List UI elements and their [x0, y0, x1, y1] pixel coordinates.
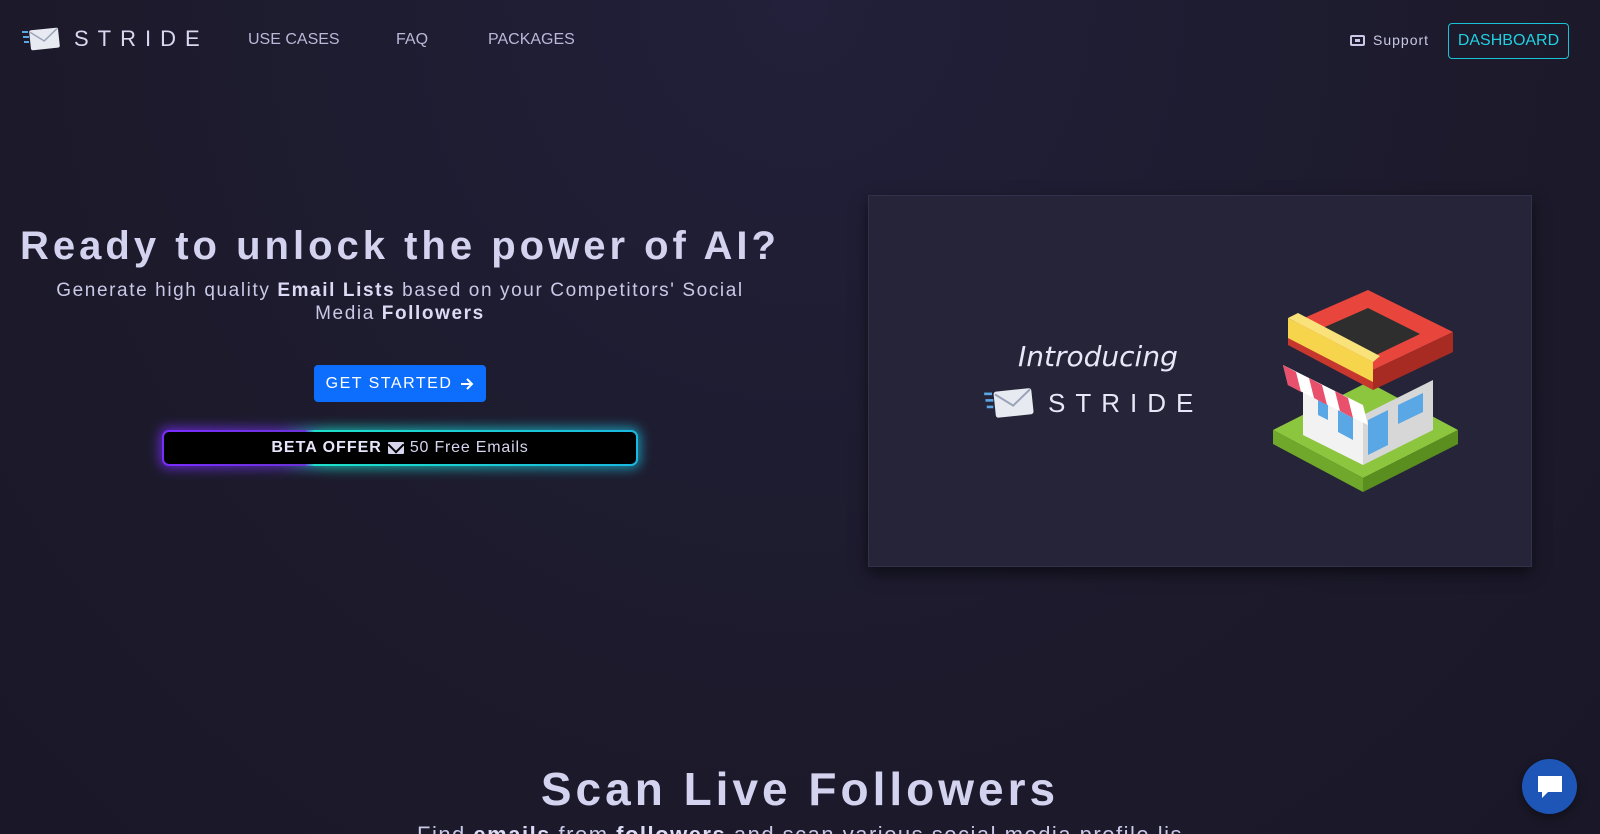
section-subtitle-text: Find [417, 822, 473, 834]
section-subtitle-text: from [551, 822, 616, 834]
nav-link-packages[interactable]: PACKAGES [488, 31, 575, 49]
nav-link-use-cases[interactable]: USE CASES [248, 31, 340, 49]
arrow-right-icon [461, 377, 474, 390]
intro-brand-name: STRIDE [1048, 387, 1204, 418]
envelope-icon [387, 442, 404, 454]
section-subtitle: Find emails from followers and scan vari… [0, 822, 1600, 834]
section-subtitle-text: and scan various social media profile li… [726, 822, 1183, 834]
section-subtitle-strong: emails [473, 822, 551, 834]
envelope-logo-icon [22, 27, 60, 51]
hero-title: Ready to unlock the power of AI? [20, 224, 780, 268]
hero-subtitle-strong: Followers [381, 303, 485, 324]
dashboard-button[interactable]: DASHBOARD [1448, 23, 1569, 59]
beta-offer-banner[interactable]: BETA OFFER 50 Free Emails [162, 430, 638, 466]
intro-heading: Introducing [1018, 340, 1178, 373]
envelope-logo-icon [984, 388, 1034, 418]
brand-name: STRIDE [74, 26, 209, 51]
beta-offer-strong: BETA OFFER [271, 439, 382, 456]
beta-offer-text: 50 Free Emails [409, 439, 529, 456]
hero-subtitle-strong: Email Lists [277, 280, 396, 301]
hero-subtitle: Generate high quality Email Lists based … [40, 279, 760, 325]
hero-subtitle-text: Generate high quality [56, 280, 278, 301]
storefront-illustration [1273, 290, 1458, 492]
section-subtitle-strong: followers [616, 822, 726, 834]
get-started-label: GET STARTED [325, 374, 453, 392]
ticket-icon [1350, 34, 1365, 46]
brand-logo[interactable]: STRIDE [22, 26, 209, 52]
section-title: Scan Live Followers [540, 763, 1060, 815]
nav-link-faq[interactable]: FAQ [396, 31, 428, 49]
top-nav: STRIDE USE CASES FAQ PACKAGES Support DA… [0, 0, 1600, 82]
support-link[interactable]: Support [1350, 32, 1429, 48]
support-label: Support [1373, 32, 1430, 48]
get-started-button[interactable]: GET STARTED [314, 365, 486, 402]
chat-launcher-button[interactable] [1522, 759, 1577, 814]
chat-icon [1537, 775, 1562, 798]
intro-brand-logo: STRIDE [984, 386, 1203, 420]
